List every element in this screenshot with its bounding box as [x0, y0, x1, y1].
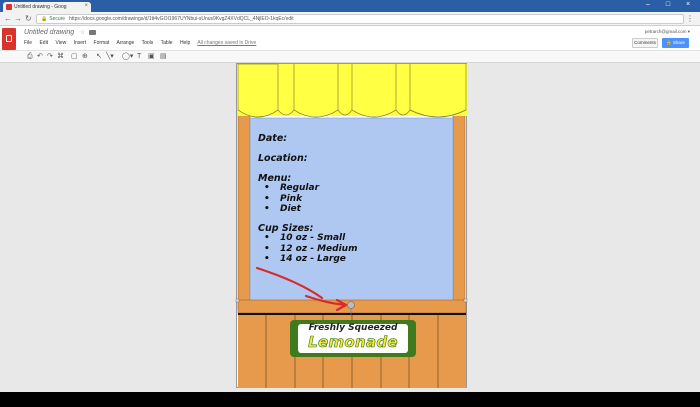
left-post[interactable] [237, 109, 251, 311]
cup-size-small: 10 oz - Small [264, 233, 357, 244]
resize-handle-right[interactable] [463, 298, 468, 303]
awning[interactable] [237, 63, 467, 118]
cup-sizes-list[interactable]: 10 oz - Small 12 oz - Medium 14 oz - Lar… [264, 233, 357, 265]
cup-size-medium: 12 oz - Medium [264, 244, 357, 255]
sign-title[interactable]: Lemonade [300, 333, 406, 352]
resize-handle-left[interactable] [235, 298, 240, 303]
menu-item-diet: Diet [264, 204, 319, 215]
sign-tagline[interactable]: Freshly Squeezed [300, 323, 406, 333]
date-label[interactable]: Date: [258, 133, 287, 144]
menu-item-pink: Pink [264, 194, 319, 205]
cup-size-large: 14 oz - Large [264, 254, 357, 265]
right-post[interactable] [452, 109, 466, 311]
taskbar [0, 392, 700, 407]
menu-item-regular: Regular [264, 183, 319, 194]
rotate-handle[interactable] [347, 301, 355, 309]
menu-items-list[interactable]: Regular Pink Diet [264, 183, 319, 215]
location-label[interactable]: Location: [258, 153, 308, 164]
